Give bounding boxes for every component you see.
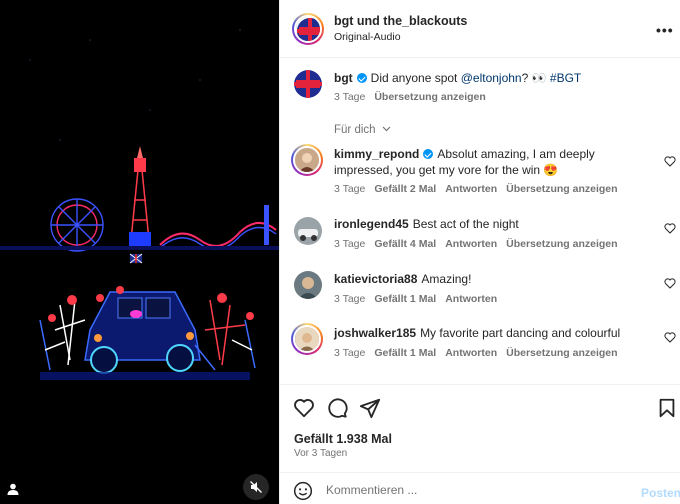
user-avatar-image	[295, 148, 319, 172]
sort-comments-dropdown[interactable]: Für dich	[334, 124, 391, 136]
sort-label: Für dich	[334, 124, 376, 136]
mention-link[interactable]: @eltonjohn	[461, 71, 522, 85]
user-avatar-image	[294, 217, 322, 245]
post-actions: Gefällt 1.938 Mal Vor 3 Tagen	[280, 384, 680, 472]
reply-button[interactable]: Antworten	[445, 347, 497, 359]
comment-likes[interactable]: Gefällt 2 Mal	[374, 183, 436, 195]
avatar[interactable]	[294, 271, 322, 299]
comment-age: 3 Tage	[334, 183, 366, 195]
comment-body: Amazing!	[421, 272, 472, 286]
comment-bubble-icon[interactable]	[326, 397, 348, 419]
caption-username[interactable]: bgt	[334, 71, 353, 85]
like-comment-heart-icon[interactable]	[664, 332, 676, 343]
like-comment-heart-icon[interactable]	[664, 278, 676, 289]
translate-link[interactable]: Übersetzung anzeigen	[374, 91, 485, 103]
comment-age: 3 Tage	[334, 347, 366, 359]
bgt-logo-icon	[294, 70, 322, 98]
caption-meta: 3 Tage Übersetzung anzeigen	[334, 91, 495, 103]
speaker-muted-icon	[250, 481, 262, 493]
user-avatar-image	[295, 327, 319, 351]
comment-likes[interactable]: Gefällt 1 Mal	[374, 347, 436, 359]
post-video[interactable]	[0, 0, 279, 504]
avatar[interactable]	[293, 325, 321, 353]
post-details-panel: bgt und the_blackouts Original-Audio •••…	[279, 0, 680, 504]
caption-text: bgt Did anyone spot @eltonjohn? 👀 #BGT	[334, 70, 639, 86]
audio-link[interactable]: Original-Audio	[334, 31, 401, 43]
post-date: Vor 3 Tagen	[294, 448, 348, 459]
tagged-user-icon[interactable]	[6, 482, 20, 496]
comment-text: katievictoria88 Amazing!	[334, 271, 639, 287]
comment-body: Best act of the night	[412, 217, 519, 231]
comment-meta: 3 Tage Gefällt 1 Mal Antworten	[334, 293, 506, 305]
comment-username[interactable]: joshwalker185	[334, 326, 416, 340]
share-paper-plane-icon[interactable]	[359, 397, 381, 419]
more-options-button[interactable]: •••	[656, 22, 674, 38]
comment-meta: 3 Tage Gefällt 2 Mal Antworten Übersetzung …	[334, 183, 627, 195]
header-username[interactable]: bgt und the_blackouts	[334, 14, 467, 28]
like-heart-icon[interactable]	[293, 397, 315, 419]
chevron-down-icon	[382, 126, 391, 132]
like-comment-heart-icon[interactable]	[664, 223, 676, 234]
translate-link[interactable]: Übersetzung anzeigen	[506, 238, 617, 250]
translate-link[interactable]: Übersetzung anzeigen	[506, 347, 617, 359]
post-button[interactable]: Posten	[641, 486, 680, 500]
avatar[interactable]	[294, 217, 322, 245]
reply-button[interactable]: Antworten	[445, 183, 497, 195]
post-header: bgt und the_blackouts Original-Audio •••	[280, 0, 680, 58]
caption-text-end: ? 👀	[521, 71, 550, 85]
comment-age: 3 Tage	[334, 238, 366, 250]
comment-input[interactable]	[326, 480, 626, 500]
instagram-post-dialog: bgt und the_blackouts Original-Audio •••…	[0, 0, 680, 504]
bookmark-icon[interactable]	[656, 397, 678, 419]
avatar[interactable]	[293, 146, 321, 174]
comment-username[interactable]: ironlegend45	[334, 217, 409, 231]
comments-list[interactable]: bgt Did anyone spot @eltonjohn? 👀 #BGT 3 …	[280, 58, 680, 384]
hashtag-link[interactable]: #BGT	[550, 71, 581, 85]
mute-button[interactable]	[243, 474, 269, 500]
comment-body: My favorite part dancing and colourful	[420, 326, 621, 340]
reply-button[interactable]: Antworten	[445, 238, 497, 250]
like-comment-heart-icon[interactable]	[664, 156, 676, 167]
comment-text: joshwalker185 My favorite part dancing an…	[334, 325, 639, 341]
comment-username[interactable]: kimmy_repond	[334, 147, 419, 161]
comment-likes[interactable]: Gefällt 4 Mal	[374, 238, 436, 250]
verified-badge-icon	[356, 73, 367, 83]
comment-meta: 3 Tage Gefällt 1 Mal Antworten Übersetzung …	[334, 347, 627, 359]
comment-composer: Posten	[280, 472, 680, 504]
comment-age: 3 Tage	[334, 293, 366, 305]
reply-button[interactable]: Antworten	[445, 293, 497, 305]
emoji-smiley-icon[interactable]	[293, 481, 313, 501]
comment-text: kimmy_repond Absolut amazing, I am deeply…	[334, 146, 639, 178]
avatar[interactable]	[294, 70, 322, 98]
translate-link[interactable]: Übersetzung anzeigen	[506, 183, 617, 195]
avatar[interactable]	[294, 15, 322, 43]
comment-likes[interactable]: Gefällt 1 Mal	[374, 293, 436, 305]
caption-text-start: Did anyone spot	[370, 71, 461, 85]
comment-text: ironlegend45 Best act of the night	[334, 216, 639, 232]
user-avatar-image	[294, 271, 322, 299]
comment-meta: 3 Tage Gefällt 4 Mal Antworten Übersetzung …	[334, 238, 627, 250]
likes-count[interactable]: Gefällt 1.938 Mal	[294, 432, 392, 446]
verified-badge-icon	[423, 149, 434, 159]
comment-username[interactable]: katievictoria88	[334, 272, 417, 286]
video-frame-blackpool-lights	[0, 0, 279, 504]
caption-age: 3 Tage	[334, 91, 366, 103]
